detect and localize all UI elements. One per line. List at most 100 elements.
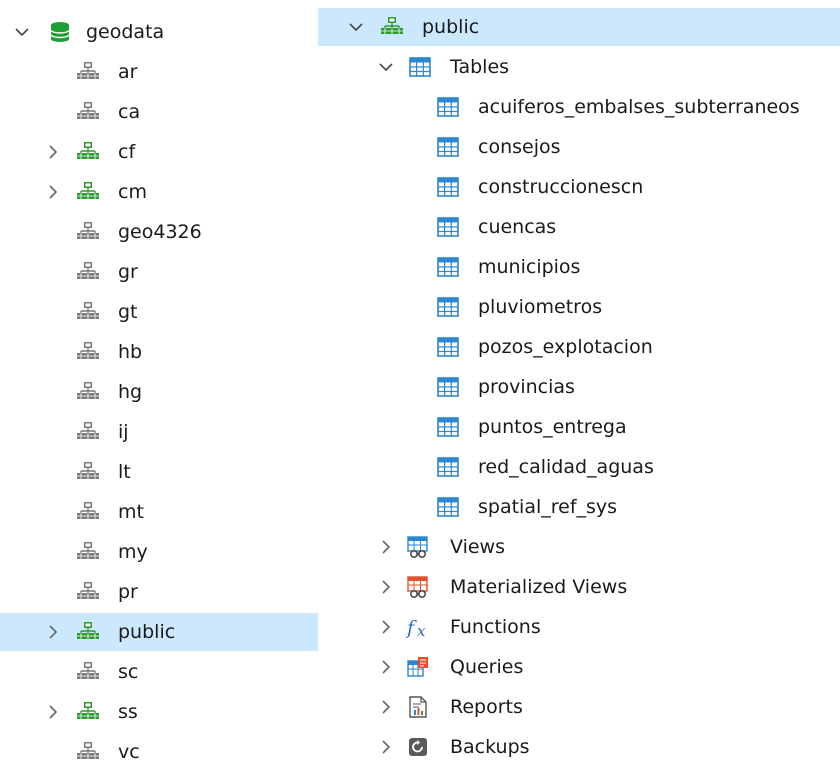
tree-item-views-group[interactable]: Views [318,528,840,566]
tables-icon [408,55,432,79]
reports-icon [406,695,430,719]
schema-icon [76,140,100,164]
tree-item-label: provincias [478,376,575,398]
views-icon [406,535,430,559]
schema-icon [76,660,100,684]
tree-item-schema-ij[interactable]: ij [0,413,318,451]
tree-item-schema-cf[interactable]: cf [0,133,318,171]
chevron-right-icon[interactable] [376,577,396,597]
chevron-right-icon[interactable] [376,697,396,717]
tree-item-label: consejos [478,136,561,158]
tree-item-table-consejos[interactable]: consejos [318,128,840,166]
tree-item-schema-my[interactable]: my [0,533,318,571]
table-icon [436,455,460,479]
tree-item-tables-group[interactable]: Tables [318,48,840,86]
schema-icon [76,60,100,84]
schema-icon [76,300,100,324]
chevron-down-icon[interactable] [346,17,366,37]
tree-item-functions-group[interactable]: f x Functions [318,608,840,646]
tree-item-schema-vc[interactable]: vc [0,733,318,771]
tree-item-schema-hg[interactable]: hg [0,373,318,411]
tree-item-label: ca [118,101,141,123]
chevron-right-icon[interactable] [43,142,63,162]
tree-item-label: pluviometros [478,296,603,318]
tree-item-schema-public[interactable]: public [318,8,840,46]
tree-item-reports-group[interactable]: Reports [318,688,840,726]
chevron-right-icon[interactable] [376,617,396,637]
table-icon [436,95,460,119]
chevron-right-icon[interactable] [43,622,63,642]
tree-item-label: red_calidad_aguas [478,456,654,478]
tree-item-table-construccionescn[interactable]: construccionescn [318,168,840,206]
tree-item-label: Reports [450,696,523,718]
tree-item-label: public [118,621,176,643]
tree-item-schema-gt[interactable]: gt [0,293,318,331]
tree-item-table-spatial_ref_sys[interactable]: spatial_ref_sys [318,488,840,526]
tree-item-label: acuiferos_embalses_subterraneos [478,96,800,118]
tree-item-table-provincias[interactable]: provincias [318,368,840,406]
chevron-down-icon[interactable] [12,22,32,42]
chevron-right-icon[interactable] [376,537,396,557]
tree-item-label: gt [118,301,138,323]
schema-icon [380,15,404,39]
tree-item-label: Queries [450,656,524,678]
tree-item-table-red_calidad_aguas[interactable]: red_calidad_aguas [318,448,840,486]
tree-item-label: mt [118,501,144,523]
tree-item-table-municipios[interactable]: municipios [318,248,840,286]
schema-icon [76,380,100,404]
tree-item-label: cuencas [478,216,557,238]
table-icon [436,295,460,319]
tree-item-schema-ss[interactable]: ss [0,693,318,731]
tree-item-schema-public[interactable]: public [0,613,318,651]
tree-item-label: spatial_ref_sys [478,496,618,518]
tree-item-label: hg [118,381,143,403]
tree-item-schema-mt[interactable]: mt [0,493,318,531]
tree-item-schema-ca[interactable]: ca [0,93,318,131]
tree-item-label: cf [118,141,136,163]
functions-icon: f x [406,615,432,639]
tree-item-label: geodata [86,21,165,43]
tree-item-schema-pr[interactable]: pr [0,573,318,611]
tree-item-label: construccionescn [478,176,644,198]
tree-item-table-pozos_explotacion[interactable]: pozos_explotacion [318,328,840,366]
tree-item-materialized-views-group[interactable]: Materialized Views [318,568,840,606]
backups-icon [406,735,430,759]
tree-item-schema-gr[interactable]: gr [0,253,318,291]
queries-icon [406,655,430,679]
tree-item-schema-lt[interactable]: lt [0,453,318,491]
chevron-right-icon[interactable] [43,182,63,202]
tree-item-schema-sc[interactable]: sc [0,653,318,691]
schema-icon [76,460,100,484]
schema-icon [76,580,100,604]
tree-item-database-geodata[interactable]: geodata [0,13,318,51]
chevron-down-icon[interactable] [376,57,396,77]
tree-item-label: pr [118,581,138,603]
tree-item-table-pluviometros[interactable]: pluviometros [318,288,840,326]
tree-item-label: hb [118,341,143,363]
table-icon [436,335,460,359]
tree-item-label: gr [118,261,138,283]
schema-icon [76,620,100,644]
tree-item-label: Backups [450,736,530,758]
chevron-right-icon[interactable] [376,657,396,677]
chevron-right-icon[interactable] [43,702,63,722]
tree-item-table-puntos_entrega[interactable]: puntos_entrega [318,408,840,446]
tree-item-table-acuiferos_embalses_subterraneos[interactable]: acuiferos_embalses_subterraneos [318,88,840,126]
tree-item-label: cm [118,181,147,203]
tree-item-table-cuencas[interactable]: cuencas [318,208,840,246]
table-icon [436,415,460,439]
tree-item-schema-hb[interactable]: hb [0,333,318,371]
tree-item-label: ss [118,701,138,723]
tree-item-backups-group[interactable]: Backups [318,728,840,766]
tree-item-queries-group[interactable]: Queries [318,648,840,686]
schema-icon [76,700,100,724]
table-icon [436,375,460,399]
tree-item-schema-cm[interactable]: cm [0,173,318,211]
tree-item-label: puntos_entrega [478,416,627,438]
schema-icon [76,340,100,364]
tree-item-schema-ar[interactable]: ar [0,53,318,91]
chevron-right-icon[interactable] [376,737,396,757]
tree-item-schema-geo4326[interactable]: geo4326 [0,213,318,251]
table-icon [436,215,460,239]
tree-item-label: geo4326 [118,221,202,243]
